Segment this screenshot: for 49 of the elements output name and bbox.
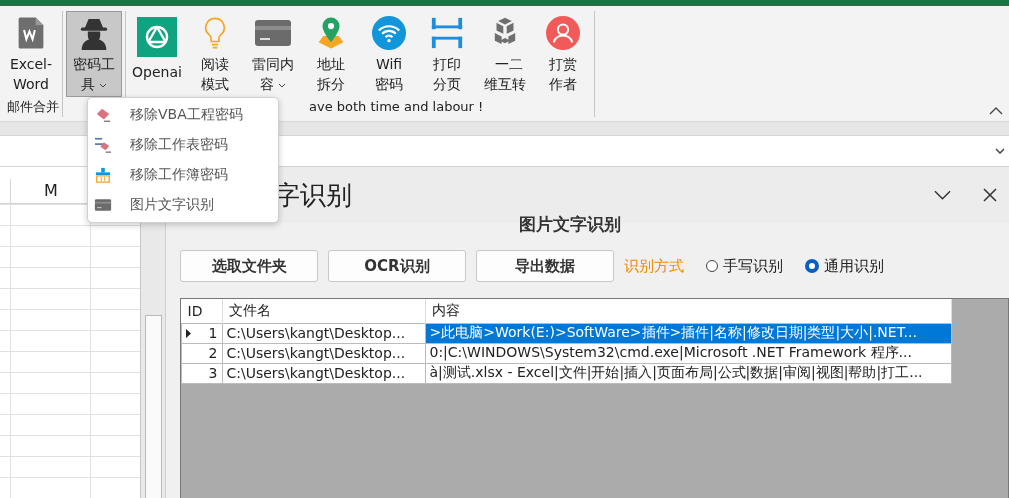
table-cell: 3 [181,363,222,383]
table-cell: à|测试.xlsx - Excel|文件|开始|插入|页面布局|公式|数据|审阅|视图|帮助|打工... [425,363,951,383]
form-heading: 图片文字识别 [517,213,622,236]
ribbon-button[interactable]: Wifi 密码 [361,11,417,97]
radio-button[interactable] [706,260,718,272]
ribbon-button[interactable]: Excel- Word [3,11,59,97]
wifi-icon [369,16,409,50]
table-cell: C:\Users\kangt\Desktop... [222,363,425,383]
close-icon[interactable] [983,188,997,202]
table-cell: 1 [181,323,222,343]
action-button[interactable]: OCR识别 [328,250,466,282]
action-button[interactable]: 导出数据 [476,250,614,282]
chevron-down-icon[interactable] [995,148,1005,154]
ribbon-button[interactable]: 阅读模式 [187,11,243,97]
ribbon-button[interactable]: 密码工具 [66,11,122,97]
eraser-icon [94,107,112,123]
brush-icon [94,167,112,183]
collapse-ribbon-icon[interactable] [989,107,1003,115]
ribbon-button[interactable]: Openai [129,11,185,97]
table-cell: 0:|C:\WINDOWS\System32\cmd.exe|Microsoft .NET Framework 程序... [425,343,951,363]
group-label: ave both time and labour ! [309,98,484,116]
radio-option[interactable]: 手写识别 [706,256,783,276]
radio-button[interactable] [805,259,819,273]
caret-icon [278,82,286,88]
card-icon [94,197,112,213]
ribbon-button[interactable]: 地址拆分 [303,11,359,97]
radio-label: 通用识别 [824,256,884,276]
action-button[interactable]: 选取文件夹 [180,250,318,282]
ribbon-button[interactable]: 打赏作者 [535,11,591,97]
chevron-down-icon[interactable] [934,190,951,200]
eraser-icon [94,137,112,153]
caret-icon [99,82,107,88]
radio-label: 手写识别 [723,256,783,276]
menu-item[interactable]: 移除VBA工程密码 [88,100,278,130]
row-pointer-icon [186,328,191,338]
column-header[interactable]: ID [181,299,222,323]
group-label: 邮件合并 [6,98,59,116]
radio-option[interactable]: 通用识别 [805,256,884,276]
table-cell: C:\Users\kangt\Desktop... [222,343,425,363]
ribbon-button[interactable]: 一二维互转 [477,11,533,97]
table-cell: C:\Users\kangt\Desktop... [222,323,425,343]
menu-item[interactable]: 移除工作表密码 [88,130,278,160]
ribbon-button[interactable]: 打印分页 [419,11,475,97]
person-icon [543,16,583,50]
table-cell: >此电脑>Work(E:)>SoftWare>插件>插件|名称|修改日期|类型|大小|.NET... [425,323,951,343]
ribbon-button[interactable]: 雷同内容 [245,11,301,97]
column-header[interactable]: 文件名 [222,299,425,323]
table-cell: 2 [181,343,222,363]
mode-label: 识别方式 [624,256,684,276]
